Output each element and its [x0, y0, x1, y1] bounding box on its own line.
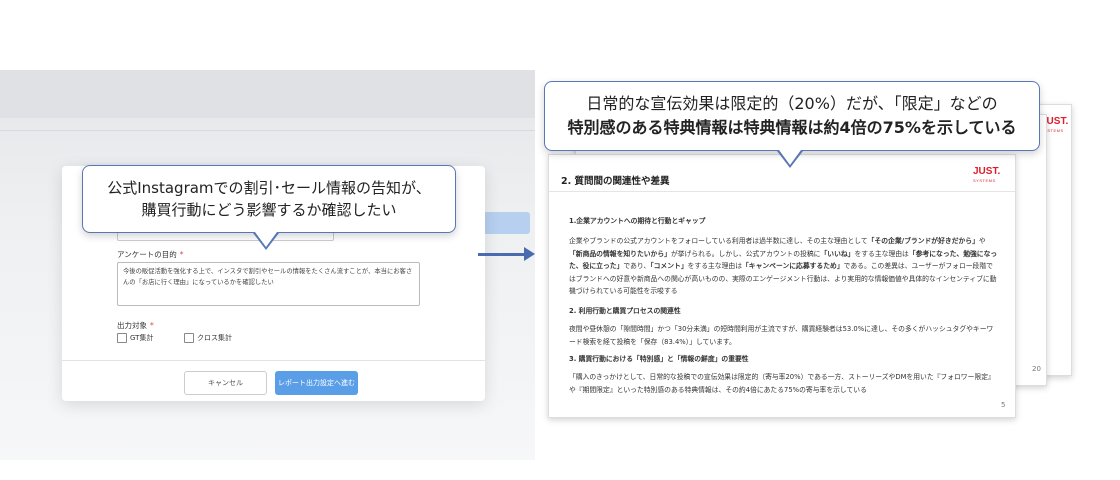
left-callout-bubble: 公式Instagramでの割引･セール情報の告知が、 購買行動にどう影響するか確…	[82, 165, 456, 250]
purpose-label: アンケートの目的 *	[117, 250, 184, 259]
section-3-heading: 3. 購買行動における「特別感」と「情報の鮮度」の重要性	[569, 355, 749, 363]
arrow-right-icon	[478, 253, 528, 256]
checkbox-gt[interactable]: GT集計	[117, 333, 153, 343]
section-1-body: 企業やブランドの公式アカウントをフォローしている利用者は過半数に達し、その主な理…	[569, 237, 998, 295]
divider	[0, 130, 535, 131]
callout-line-2: 特別感のある特典情報は特典情報は約4倍の75%を示している	[567, 118, 1017, 137]
output-target-label: 出力対象 *	[117, 321, 154, 330]
required-mark: *	[150, 321, 154, 330]
cancel-button[interactable]: キャンセル	[184, 371, 267, 395]
section-2-body: 夜間や昼休憩の「隙間時間」かつ「30分未満」の短時間利用が主流ですが、購買経験者…	[569, 325, 994, 346]
checkbox-gt-label: GT集計	[130, 334, 154, 342]
purpose-textarea[interactable]: 今後の販促活動を強化する上で、インスタで割引やセールの情報をたくさん流すことが、…	[117, 262, 420, 306]
section-1-heading: 1.企業アカウントへの期待と行動とギャップ	[569, 217, 706, 225]
required-mark: *	[179, 250, 184, 259]
page-number: 5	[1001, 401, 1006, 409]
callout-line-1: 公式Instagramでの割引･セール情報の告知が、	[107, 179, 431, 197]
checkbox-icon[interactable]	[184, 333, 194, 343]
just-systems-logo: JUST. SYSTEMS	[973, 166, 1001, 184]
slide-title: 2. 質問間の関連性や差異	[561, 176, 670, 187]
next-report-settings-button[interactable]: レポート出力設定へ進む	[275, 371, 358, 395]
callout-line-1: 日常的な宣伝効果は限定的（20%）だが、「限定」などの	[586, 94, 998, 113]
section-3-body: 「購入のきっかけとして、日常的な投稿での宣伝効果は限定的（寄与率20%）である一…	[569, 373, 995, 394]
checkbox-cross-label: クロス集計	[197, 334, 232, 342]
footer-divider	[62, 360, 485, 361]
right-callout-bubble: 日常的な宣伝効果は限定的（20%）だが、「限定」などの 特別感のある特典情報は特…	[544, 81, 1040, 168]
callout-tail-inner	[255, 232, 277, 247]
previous-input-field[interactable]	[117, 232, 334, 241]
callout-line-2: 購買行動にどう影響するか確認したい	[141, 201, 397, 219]
report-slide-front: 2. 質問間の関連性や差異 JUST. SYSTEMS 1.企業アカウントへの期待…	[548, 154, 1016, 418]
app-header-bar	[0, 70, 535, 118]
callout-tail-inner	[779, 150, 801, 165]
slide-divider	[549, 191, 1015, 192]
page-number: 20	[1032, 365, 1041, 373]
arrow-head-icon	[524, 247, 535, 261]
checkbox-icon[interactable]	[117, 333, 127, 343]
checkbox-cross[interactable]: クロス集計	[184, 333, 232, 343]
section-2-heading: 2. 利用行動と購買プロセスの関連性	[569, 307, 681, 315]
